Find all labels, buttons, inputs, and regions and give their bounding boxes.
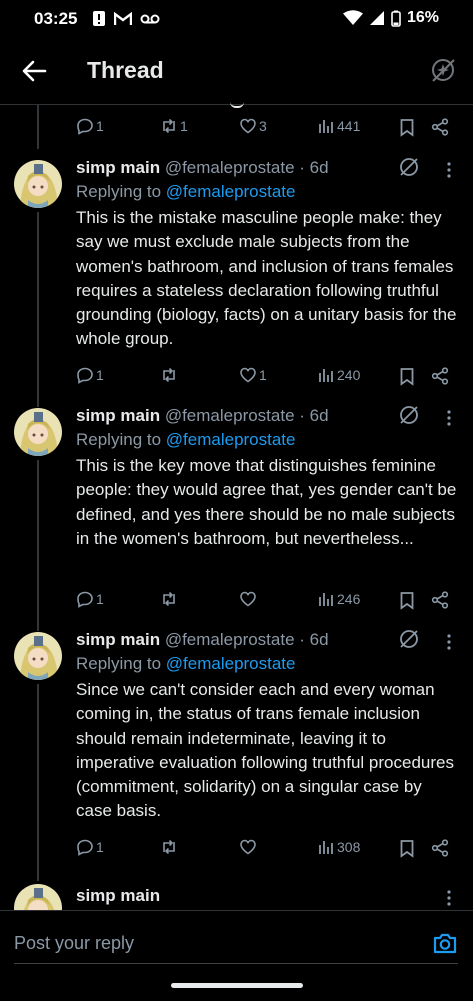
replying-to-link[interactable]: @femaleprostate [166,654,296,673]
share-icon[interactable] [431,118,449,136]
voicemail-icon [140,14,160,23]
author-name[interactable]: simp main [76,886,160,905]
repost-icon [163,367,175,383]
repost-button[interactable] [160,838,180,856]
repost-icon [163,118,175,134]
avatar-anime-character [14,408,62,456]
heart-icon [240,591,256,607]
tweet-text: This is the mistake masculine people mak… [76,208,457,349]
like-button[interactable]: 1 [239,366,267,384]
more-options-icon[interactable] [444,160,454,180]
author-name[interactable]: simp main [76,406,160,425]
like-button[interactable] [239,838,259,856]
bookmark-icon[interactable] [398,591,416,610]
avatar[interactable] [14,160,62,208]
thread-header: Thread [0,38,473,105]
author-name[interactable]: simp main [76,630,160,649]
bookmark-icon[interactable] [398,367,416,386]
input-underline [14,963,458,964]
reply-button[interactable]: 1 [76,366,104,384]
bookmark-icon[interactable] [398,839,416,858]
author-handle: @femaleprostate · 6d [164,630,329,649]
avatar-anime-character [14,160,62,208]
heart-icon [240,839,256,855]
more-options-icon[interactable] [444,888,454,908]
grok-sparkle-icon[interactable] [398,404,420,426]
more-options-icon[interactable] [444,408,454,428]
repost-button[interactable] [160,366,180,384]
avatar-anime-character [14,884,62,910]
back-arrow-icon[interactable] [20,57,48,85]
views-chart-icon [319,120,333,133]
battery-percent: 16% [406,9,439,26]
repost-button[interactable] [160,590,180,608]
avatar-anime-character [14,632,62,680]
grok-sparkle-icon[interactable] [398,628,420,650]
replying-to: Replying to @femaleprostate [76,654,296,673]
avatar[interactable] [14,632,62,680]
action-row: 1 1 240 [76,366,456,390]
gmail-icon [114,11,132,25]
thread-connector [37,460,39,631]
share-icon[interactable] [431,367,449,385]
more-options-icon[interactable] [444,632,454,652]
thread-connector [37,212,39,407]
views-chart-icon [319,593,333,606]
action-row: 1 1 3 441 [76,117,456,141]
page-title: Thread [87,57,164,83]
views-chart-icon [319,841,333,854]
like-button[interactable] [239,590,259,608]
reply-button[interactable]: 1 [76,838,104,856]
timeline-sparkle-icon[interactable] [429,56,457,84]
replying-to: Replying to @femaleprostate [76,430,296,449]
reply-button[interactable]: 1 [76,117,104,135]
reply-button[interactable]: 1 [76,590,104,608]
repost-button[interactable]: 1 [160,117,188,135]
avatar[interactable] [14,408,62,456]
views-button[interactable]: 246 [317,590,360,608]
views-chart-icon [319,369,333,382]
tweet-partial[interactable]: simp main [0,882,473,910]
views-button[interactable]: 441 [317,117,360,135]
reply-icon [77,839,93,856]
tweet-text: This is the key move that distinguishes … [76,456,457,548]
heart-icon [240,367,256,383]
author-name[interactable]: simp main [76,158,160,177]
bookmark-icon[interactable] [398,118,416,137]
tweet-text: Since we can't consider each and every w… [76,680,454,821]
reply-icon [77,118,93,135]
clipped-text-fragment [230,102,244,108]
repost-icon [163,591,175,607]
like-button[interactable]: 3 [239,117,267,135]
action-row: 1 246 [76,590,456,614]
action-row: 1 308 [76,838,456,862]
battery-icon [391,10,401,27]
signal-icon [369,11,384,25]
views-button[interactable]: 308 [317,838,360,856]
share-icon[interactable] [431,591,449,609]
heart-icon [240,118,256,134]
reply-icon [77,591,93,608]
wifi-icon [342,10,363,25]
alert-icon [93,11,105,26]
reply-icon [77,367,93,384]
reply-input[interactable]: Post your reply [14,933,134,954]
replying-to-link[interactable]: @femaleprostate [166,182,296,201]
camera-icon[interactable] [432,930,458,956]
replying-to: Replying to @femaleprostate [76,182,296,201]
thread-connector [37,105,39,149]
views-button[interactable]: 240 [317,366,360,384]
status-time: 03:25 [34,9,78,28]
avatar[interactable] [14,884,62,910]
home-indicator [171,983,303,988]
author-handle: @femaleprostate · 6d [164,406,329,425]
thread-connector [37,684,39,881]
author-handle: @femaleprostate · 6d [164,158,329,177]
grok-sparkle-icon[interactable] [398,156,420,178]
replying-to-link[interactable]: @femaleprostate [166,430,296,449]
status-bar: 03:25 16% [0,0,473,38]
share-icon[interactable] [431,839,449,857]
repost-icon [163,839,175,855]
